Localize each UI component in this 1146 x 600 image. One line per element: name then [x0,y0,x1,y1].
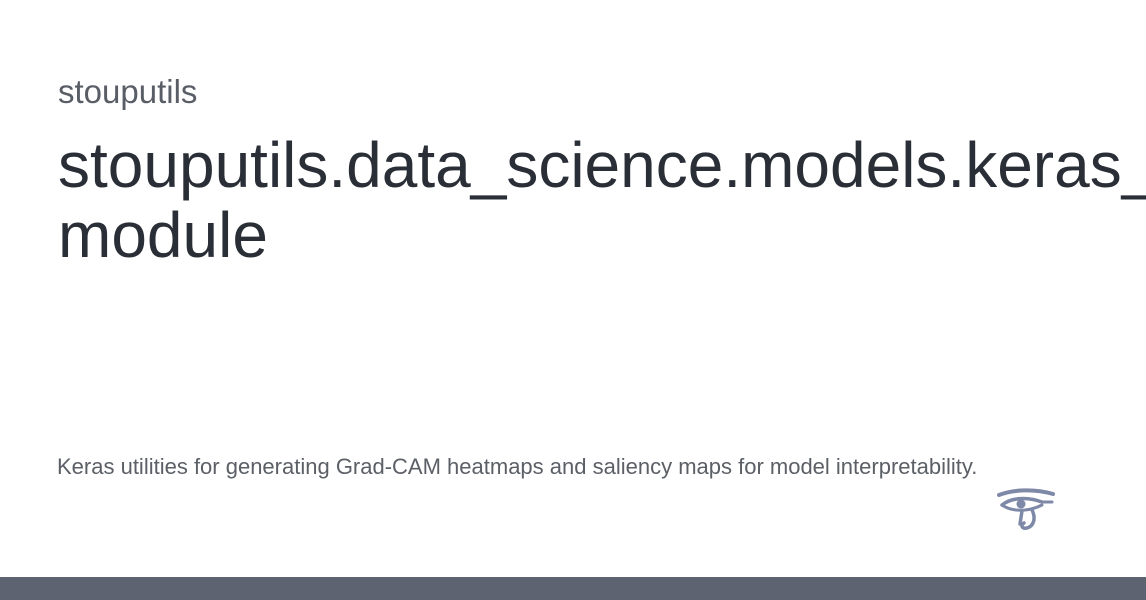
page-description: Keras utilities for generating Grad-CAM … [57,454,978,479]
page-title: stouputils.data_science.models.keras_ mo… [58,130,1146,270]
social-card: stouputils stouputils.data_science.model… [0,0,1146,600]
footer-bar [0,577,1146,600]
eye-of-horus-icon [997,488,1055,530]
page-title-line-1: stouputils.data_science.models.keras_ [58,129,1146,201]
page-title-line-2: module [58,199,268,271]
project-name: stouputils [58,73,198,110]
